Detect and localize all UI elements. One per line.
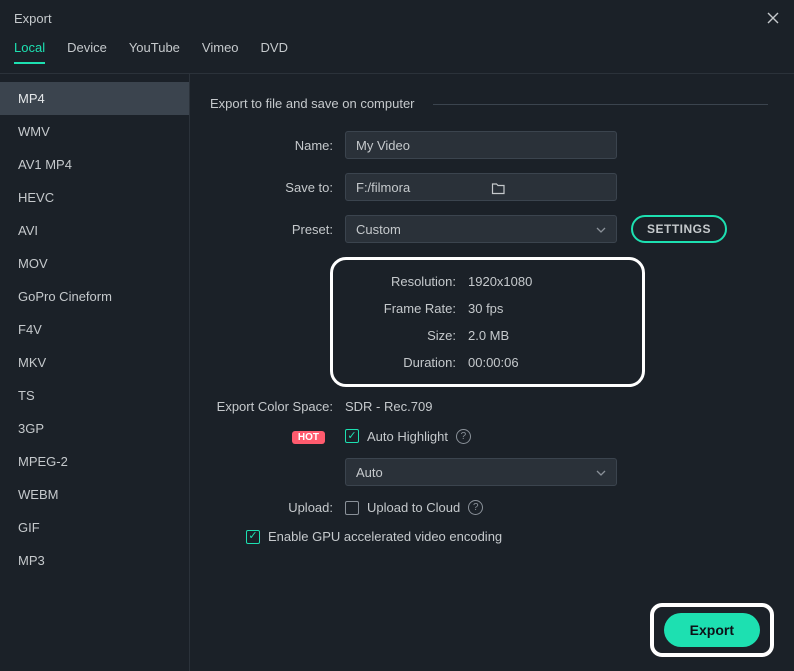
format-f4v[interactable]: F4V [0,313,189,346]
auto-highlight-checkbox[interactable] [345,429,359,443]
format-mp3[interactable]: MP3 [0,544,189,577]
format-gopro[interactable]: GoPro Cineform [0,280,189,313]
help-icon[interactable]: ? [456,429,471,444]
format-mpeg2[interactable]: MPEG-2 [0,445,189,478]
settings-button[interactable]: SETTINGS [631,215,727,243]
framerate-label: Frame Rate: [333,301,468,316]
export-highlight-box: Export [650,603,774,657]
format-sidebar: MP4 WMV AV1 MP4 HEVC AVI MOV GoPro Cinef… [0,74,190,671]
format-mkv[interactable]: MKV [0,346,189,379]
format-av1mp4[interactable]: AV1 MP4 [0,148,189,181]
preset-value: Custom [356,222,401,237]
panel-heading: Export to file and save on computer [210,96,415,111]
preset-label: Preset: [210,222,345,237]
auto-highlight-mode-value: Auto [356,465,383,480]
divider [433,104,768,105]
framerate-value: 30 fps [468,301,503,316]
auto-highlight-mode-dropdown[interactable]: Auto [345,458,617,486]
export-tabs: Local Device YouTube Vimeo DVD [0,34,794,74]
colorspace-label: Export Color Space: [210,399,345,414]
preset-dropdown[interactable]: Custom [345,215,617,243]
name-label: Name: [210,138,345,153]
upload-checkbox[interactable] [345,501,359,515]
format-avi[interactable]: AVI [0,214,189,247]
colorspace-value: SDR - Rec.709 [345,399,432,414]
saveto-label: Save to: [210,180,345,195]
duration-label: Duration: [333,355,468,370]
format-mov[interactable]: MOV [0,247,189,280]
tab-youtube[interactable]: YouTube [129,40,180,63]
tab-local[interactable]: Local [14,40,45,63]
tab-vimeo[interactable]: Vimeo [202,40,239,63]
format-wmv[interactable]: WMV [0,115,189,148]
folder-icon[interactable] [481,179,616,194]
format-gif[interactable]: GIF [0,511,189,544]
duration-value: 00:00:06 [468,355,519,370]
export-button[interactable]: Export [664,613,760,647]
gpu-label: Enable GPU accelerated video encoding [268,529,502,544]
format-webm[interactable]: WEBM [0,478,189,511]
tab-dvd[interactable]: DVD [261,40,288,63]
resolution-value: 1920x1080 [468,274,532,289]
window-title: Export [14,11,52,26]
name-input[interactable] [345,131,617,159]
help-icon[interactable]: ? [468,500,483,515]
format-mp4[interactable]: MP4 [0,82,189,115]
chevron-down-icon [596,465,606,480]
chevron-down-icon [596,222,606,237]
size-value: 2.0 MB [468,328,509,343]
gpu-checkbox[interactable] [246,530,260,544]
format-hevc[interactable]: HEVC [0,181,189,214]
format-ts[interactable]: TS [0,379,189,412]
upload-label: Upload: [210,500,345,515]
close-icon[interactable] [766,11,780,25]
resolution-label: Resolution: [333,274,468,289]
size-label: Size: [333,328,468,343]
auto-highlight-label: Auto Highlight [367,429,448,444]
tab-device[interactable]: Device [67,40,107,63]
upload-cloud-label: Upload to Cloud [367,500,460,515]
hot-badge: HOT [292,431,325,444]
info-highlight-box: Resolution:1920x1080 Frame Rate:30 fps S… [330,257,645,387]
saveto-value: F:/filmora [346,180,481,195]
format-3gp[interactable]: 3GP [0,412,189,445]
